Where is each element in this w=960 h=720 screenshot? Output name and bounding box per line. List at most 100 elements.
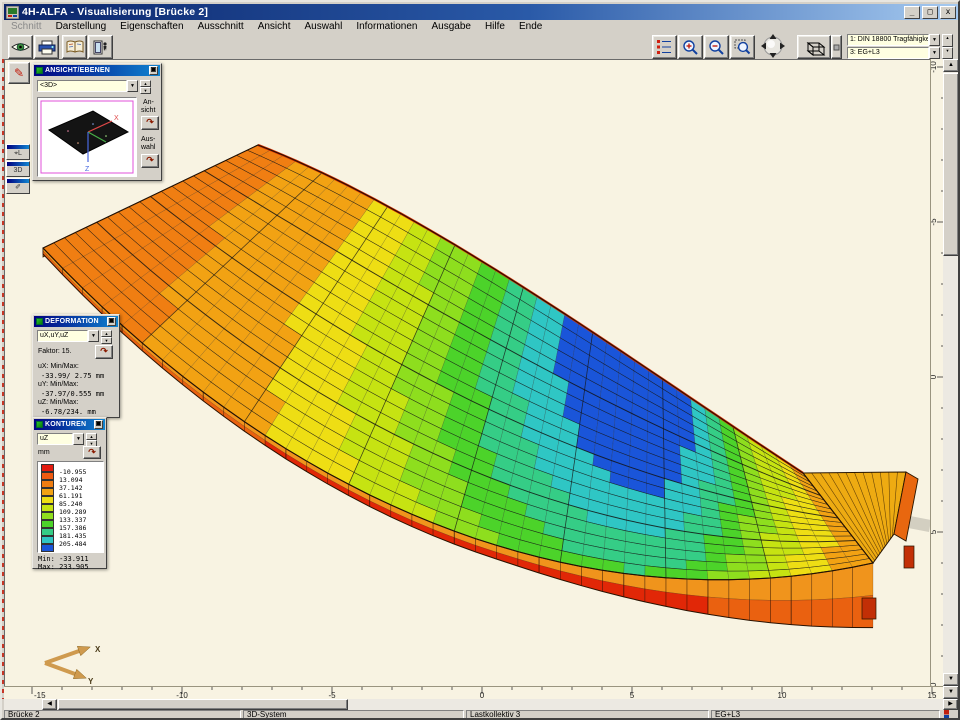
vruler-label: -10 xyxy=(931,61,938,73)
panel-ansicht-ebenen[interactable]: ANSICHT/EBENEN ▣ <3D> ▼ ▲ ▼ xyxy=(32,63,162,181)
menu-hilfe[interactable]: Hilfe xyxy=(478,21,512,32)
deformation-apply-button[interactable]: ↷ xyxy=(95,345,113,359)
zoom-window-button[interactable] xyxy=(730,35,755,59)
spinner-up-icon[interactable]: ▲ xyxy=(86,433,97,440)
legend-swatch xyxy=(41,504,54,512)
deformation-spinner[interactable]: ▲ ▼ xyxy=(101,330,112,342)
status-indicator-icon xyxy=(942,710,952,720)
loadcase-combobox[interactable]: 3: EG+L3 ▼ xyxy=(847,47,940,59)
close-icon[interactable]: ▣ xyxy=(149,66,158,75)
exit-button[interactable] xyxy=(88,35,113,59)
minimize-button[interactable]: _ xyxy=(904,6,920,19)
legend-swatch xyxy=(41,536,54,544)
vruler-label: 0 xyxy=(931,374,938,379)
norm-combobox[interactable]: 1: DIN 18800 Tragfähigkeit (Th ▼ xyxy=(847,34,940,46)
spinner-up-icon[interactable]: ▲ xyxy=(140,80,151,87)
close-button[interactable]: x xyxy=(940,6,956,19)
eye-icon xyxy=(11,40,30,54)
maximize-button[interactable]: □ xyxy=(922,6,938,19)
auswahl-label-2: wahl xyxy=(141,144,155,151)
panel-konturen[interactable]: KONTUREN ▣ uZ ▼ ▲ ▼ mm ↷ -10.95513.09437… xyxy=(32,417,107,569)
menu-informationen[interactable]: Informationen xyxy=(349,21,424,32)
deformation-combobox-value[interactable]: uX,uY,uZ xyxy=(37,330,88,342)
kontur-spinner[interactable]: ▲ ▼ xyxy=(86,433,97,445)
panel-deformation-titlebar[interactable]: DEFORMATION ▣ xyxy=(34,316,118,327)
perspective-button[interactable] xyxy=(797,35,831,59)
legend-swatch xyxy=(41,520,54,528)
kontur-apply-button[interactable]: ↷ xyxy=(83,446,101,459)
status-bar: Brücke 2 3D-System Lastkollektiv 3 EG+L3 xyxy=(4,710,960,720)
minimized-palette-coords[interactable]: ⌖L xyxy=(6,144,30,160)
panel-icon xyxy=(36,318,43,325)
view-spinner[interactable]: ▲ ▼ xyxy=(140,80,151,92)
view-combobox[interactable]: <3D> ▼ xyxy=(37,80,138,92)
chevron-down-icon[interactable]: ▼ xyxy=(929,34,940,46)
horizontal-scrollbar[interactable]: ◀ ▶ xyxy=(4,699,960,710)
chevron-down-icon[interactable]: ▼ xyxy=(929,47,940,59)
vertical-scroll-thumb[interactable] xyxy=(943,73,959,256)
legend-value: 205.484 xyxy=(59,540,86,548)
kontur-combobox[interactable]: uZ ▼ xyxy=(37,433,84,445)
menu-ende[interactable]: Ende xyxy=(512,21,549,32)
manual-button[interactable] xyxy=(62,35,87,59)
spinner-up-icon[interactable]: ▲ xyxy=(942,34,953,47)
menu-darstellung[interactable]: Darstellung xyxy=(49,21,114,32)
panel-deformation[interactable]: DEFORMATION ▣ uX,uY,uZ ▼ ▲ ▼ Faktor: 15.… xyxy=(32,314,120,418)
title-bar[interactable]: 4H-ALFA - Visualisierung [Brücke 2] _ □ … xyxy=(4,4,958,20)
status-project: Brücke 2 xyxy=(4,710,241,720)
zoom-in-button[interactable] xyxy=(678,35,703,59)
chevron-down-icon[interactable]: ▼ xyxy=(73,433,84,445)
menu-auswahl[interactable]: Auswahl xyxy=(298,21,350,32)
minimized-palette-3d[interactable]: 3D xyxy=(6,161,30,177)
close-icon[interactable]: ▣ xyxy=(94,420,103,429)
visualisation-button[interactable] xyxy=(8,35,33,59)
menu-ansicht[interactable]: Ansicht xyxy=(251,21,298,32)
vertical-scrollbar[interactable]: ▲ ▼ xyxy=(943,59,959,686)
axis-indicator: X Y xyxy=(35,638,110,686)
scroll-left-icon[interactable]: ◀ xyxy=(42,699,57,710)
scroll-right-icon[interactable]: ▶ xyxy=(943,699,958,710)
zoom-out-button[interactable] xyxy=(704,35,729,59)
draw-icon: ✐ xyxy=(7,183,29,193)
x-axis-label: X xyxy=(95,645,101,654)
loadcase-combobox-value[interactable]: 3: EG+L3 xyxy=(847,47,929,59)
panel-ansicht-titlebar[interactable]: ANSICHT/EBENEN ▣ xyxy=(34,65,160,76)
print-button[interactable] xyxy=(34,35,59,59)
uy-value: -37.97/0.555 mm xyxy=(41,390,104,398)
ruler-options-button[interactable]: ▼ xyxy=(943,686,959,699)
close-icon[interactable]: ▣ xyxy=(107,317,116,326)
spinner-down-icon[interactable]: ▼ xyxy=(942,47,953,60)
model-canvas[interactable]: X Y ✎ ⌖L 3D ✐ ANSICHT/EBENEN ▣ <3D> ▼ xyxy=(4,59,930,686)
exit-door-icon xyxy=(93,40,109,55)
display-settings-button[interactable] xyxy=(652,35,677,59)
edit-mode-button[interactable]: ✎ xyxy=(8,62,30,84)
minimized-palette-draw[interactable]: ✐ xyxy=(6,178,30,194)
loadcase-spinner[interactable]: ▲ ▼ xyxy=(942,34,953,59)
panel-icon xyxy=(36,67,43,74)
deformation-combobox[interactable]: uX,uY,uZ ▼ xyxy=(37,330,99,342)
legend-value: 109.289 xyxy=(59,508,86,516)
kontur-combobox-value[interactable]: uZ xyxy=(37,433,73,445)
menu-ausgabe[interactable]: Ausgabe xyxy=(424,21,477,32)
legend-swatch xyxy=(41,544,54,552)
norm-combobox-value[interactable]: 1: DIN 18800 Tragfähigkeit (Th xyxy=(847,34,929,46)
menu-ausschnitt[interactable]: Ausschnitt xyxy=(191,21,251,32)
menu-eigenschaften[interactable]: Eigenschaften xyxy=(113,21,190,32)
perspective-dropdown-button[interactable] xyxy=(831,35,842,59)
horizontal-scroll-thumb[interactable] xyxy=(58,699,348,710)
view-apply-button[interactable]: ↷ xyxy=(141,116,159,130)
scroll-up-icon[interactable]: ▲ xyxy=(943,59,959,72)
spinner-down-icon[interactable]: ▼ xyxy=(101,337,112,344)
application-window: 4H-ALFA - Visualisierung [Brücke 2] _ □ … xyxy=(0,0,960,720)
spinner-down-icon[interactable]: ▼ xyxy=(140,87,151,94)
chevron-down-icon[interactable]: ▼ xyxy=(127,80,138,92)
pencil-icon: ✎ xyxy=(14,66,24,80)
view-preview[interactable]: X Z xyxy=(37,97,137,177)
panel-konturen-titlebar[interactable]: KONTUREN ▣ xyxy=(34,419,105,430)
chevron-down-icon[interactable]: ▼ xyxy=(88,330,99,342)
spinner-up-icon[interactable]: ▲ xyxy=(101,330,112,337)
small-square-icon xyxy=(833,44,840,51)
selection-apply-button[interactable]: ↷ xyxy=(141,154,159,168)
view-combobox-value[interactable]: <3D> xyxy=(37,80,127,92)
scroll-down-icon[interactable]: ▼ xyxy=(943,673,959,686)
